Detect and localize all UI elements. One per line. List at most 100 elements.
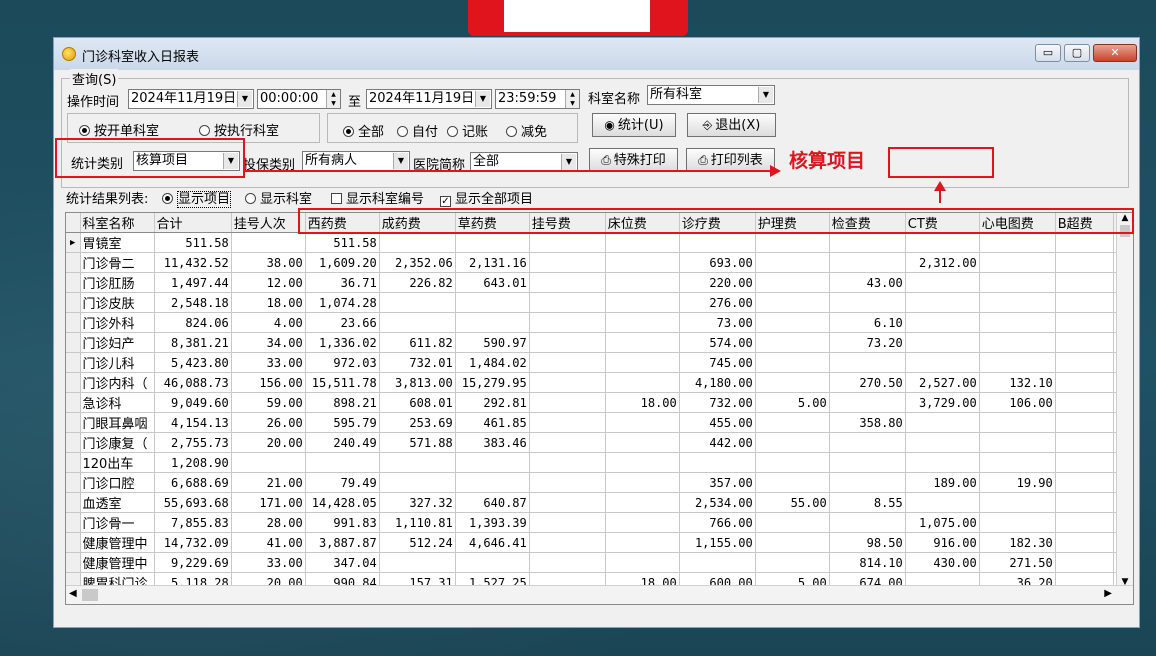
value-cell[interactable] (979, 252, 1056, 273)
value-cell[interactable] (379, 472, 456, 493)
value-cell[interactable]: 732.00 (679, 392, 756, 413)
value-cell[interactable]: 430.00 (905, 552, 980, 573)
value-cell[interactable] (529, 512, 606, 533)
table-row[interactable]: 门诊骨二 11,432.52 38.00 1,609.20 2,352.06 2,131.… (66, 252, 1119, 273)
value-cell[interactable] (979, 452, 1056, 473)
value-cell[interactable]: 59.00 (231, 392, 306, 413)
value-cell[interactable] (755, 352, 830, 373)
value-cell[interactable] (829, 352, 906, 373)
dept-name-cell[interactable]: 健康管理中 (80, 552, 155, 573)
value-cell[interactable] (1055, 432, 1114, 453)
value-cell[interactable] (1055, 512, 1114, 533)
value-cell[interactable] (679, 232, 756, 253)
value-cell[interactable]: 4,180.00 (679, 372, 756, 393)
value-cell[interactable]: 1,155.00 (679, 532, 756, 553)
value-cell[interactable]: 15,511.78 (305, 372, 380, 393)
dept-name-cell[interactable]: 门诊肛肠 (80, 272, 155, 293)
value-cell[interactable]: 1,075.00 (905, 512, 980, 533)
value-cell[interactable] (529, 392, 606, 413)
value-cell[interactable]: 511.58 (154, 232, 232, 253)
value-cell[interactable]: 991.83 (305, 512, 380, 533)
horizontal-scrollbar[interactable]: ◀ ▶ (66, 585, 1133, 604)
value-cell[interactable] (755, 472, 830, 493)
value-cell[interactable] (755, 252, 830, 273)
value-cell[interactable] (529, 332, 606, 353)
value-cell[interactable] (979, 312, 1056, 333)
value-cell[interactable] (755, 532, 830, 553)
value-cell[interactable] (605, 292, 680, 313)
table-row[interactable]: 健康管理中 14,732.09 41.00 3,887.87 512.24 4,646.4… (66, 532, 1119, 553)
value-cell[interactable] (979, 352, 1056, 373)
show-dept-code-checkbox[interactable]: 显示科室编号 (331, 188, 424, 207)
value-cell[interactable]: 2,312.00 (905, 252, 980, 273)
value-cell[interactable] (905, 352, 980, 373)
value-cell[interactable]: 1,497.44 (154, 272, 232, 293)
value-cell[interactable] (529, 452, 606, 473)
value-cell[interactable]: 4,646.41 (455, 532, 530, 553)
dept-name-cell[interactable]: 门诊骨二 (80, 252, 155, 273)
value-cell[interactable]: 20.00 (231, 432, 306, 453)
value-cell[interactable] (679, 552, 756, 573)
value-cell[interactable]: 1,484.02 (455, 352, 530, 373)
chevron-down-icon[interactable]: ▼ (237, 91, 252, 107)
value-cell[interactable] (379, 552, 456, 573)
value-cell[interactable]: 1,074.28 (305, 292, 380, 313)
value-cell[interactable]: 18.00 (605, 392, 680, 413)
value-cell[interactable] (605, 492, 680, 513)
value-cell[interactable]: 11,432.52 (154, 252, 232, 273)
value-cell[interactable]: 766.00 (679, 512, 756, 533)
value-cell[interactable] (529, 432, 606, 453)
show-all-items-checkbox[interactable]: ✓ 显示全部项目 (440, 188, 533, 207)
value-cell[interactable] (529, 372, 606, 393)
value-cell[interactable]: 38.00 (231, 252, 306, 273)
value-cell[interactable]: 2,527.00 (905, 372, 980, 393)
table-row[interactable]: 门诊皮肤 2,548.18 18.00 1,074.28 276.00 (66, 292, 1119, 313)
value-cell[interactable]: 357.00 (679, 472, 756, 493)
value-cell[interactable] (979, 432, 1056, 453)
value-cell[interactable] (1055, 332, 1114, 353)
radio-self-pay[interactable]: 自付 (397, 121, 438, 140)
value-cell[interactable]: 19.90 (979, 472, 1056, 493)
value-cell[interactable] (829, 432, 906, 453)
end-date-picker[interactable]: 2024年11月19日 ▼ (366, 89, 492, 109)
value-cell[interactable] (905, 432, 980, 453)
value-cell[interactable] (605, 232, 680, 253)
value-cell[interactable] (755, 552, 830, 573)
spinner-icon[interactable]: ▲ ▼ (326, 90, 340, 108)
value-cell[interactable]: 571.88 (379, 432, 456, 453)
end-time-field[interactable]: 23:59:59 ▲ ▼ (495, 89, 580, 109)
value-cell[interactable] (605, 432, 680, 453)
table-row[interactable]: 门诊肛肠 1,497.44 12.00 36.71 226.82 643.01 220.00… (66, 272, 1119, 293)
value-cell[interactable] (1055, 472, 1114, 493)
value-cell[interactable]: 270.50 (829, 372, 906, 393)
value-cell[interactable]: 3,887.87 (305, 532, 380, 553)
value-cell[interactable]: 15,279.95 (455, 372, 530, 393)
value-cell[interactable] (1055, 352, 1114, 373)
value-cell[interactable] (379, 452, 456, 473)
value-cell[interactable] (755, 452, 830, 473)
value-cell[interactable]: 608.01 (379, 392, 456, 413)
value-cell[interactable]: 253.69 (379, 412, 456, 433)
exit-button[interactable]: ⎆ 退出(X) (687, 113, 776, 137)
value-cell[interactable] (979, 512, 1056, 533)
value-cell[interactable] (1055, 412, 1114, 433)
value-cell[interactable]: 8,381.21 (154, 332, 232, 353)
value-cell[interactable] (605, 352, 680, 373)
table-row[interactable]: 门诊骨一 7,855.83 28.00 991.83 1,110.81 1,393.39 7… (66, 512, 1119, 533)
value-cell[interactable]: 2,131.16 (455, 252, 530, 273)
value-cell[interactable] (605, 472, 680, 493)
dept-name-cell[interactable]: 120出车 (80, 452, 155, 473)
value-cell[interactable] (755, 272, 830, 293)
value-cell[interactable] (755, 372, 830, 393)
value-cell[interactable] (529, 232, 606, 253)
value-cell[interactable]: 824.06 (154, 312, 232, 333)
table-row[interactable]: 血透室 55,693.68 171.00 14,428.05 327.32 640.87 2… (66, 492, 1119, 513)
value-cell[interactable]: 79.49 (305, 472, 380, 493)
value-cell[interactable]: 640.87 (455, 492, 530, 513)
minimize-button[interactable]: ▭ (1035, 44, 1061, 62)
value-cell[interactable] (829, 232, 906, 253)
value-cell[interactable]: 358.80 (829, 412, 906, 433)
value-cell[interactable] (605, 532, 680, 553)
dept-name-select[interactable]: 所有科室 ▼ (647, 85, 775, 105)
value-cell[interactable]: 55,693.68 (154, 492, 232, 513)
